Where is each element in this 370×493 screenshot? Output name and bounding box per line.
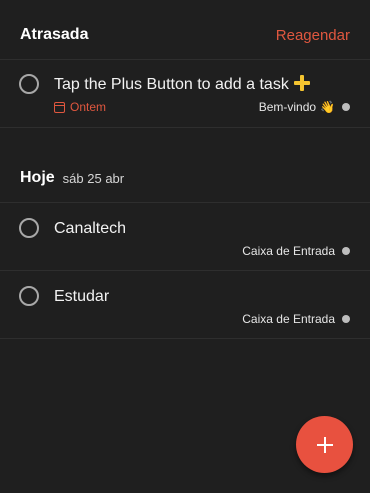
reschedule-button[interactable]: Reagendar bbox=[276, 27, 350, 44]
waving-hand-icon: 👋 bbox=[320, 100, 335, 114]
divider bbox=[0, 127, 370, 128]
project-color-dot bbox=[342, 315, 350, 323]
today-section-header: Hoje sáb 25 abr bbox=[0, 163, 370, 193]
project-name: Caixa de Entrada bbox=[242, 244, 335, 258]
plus-icon bbox=[316, 436, 333, 453]
project-label: Caixa de Entrada bbox=[242, 312, 350, 326]
overdue-section-header: Atrasada Reagendar bbox=[0, 20, 370, 50]
task-checkbox[interactable] bbox=[19, 74, 39, 94]
project-label: Bem-vindo 👋 bbox=[259, 100, 350, 114]
add-task-button[interactable] bbox=[296, 416, 353, 473]
project-color-dot bbox=[342, 247, 350, 255]
project-label: Caixa de Entrada bbox=[242, 244, 350, 258]
project-name: Caixa de Entrada bbox=[242, 312, 335, 326]
divider bbox=[0, 338, 370, 339]
overdue-title: Atrasada bbox=[20, 26, 89, 43]
task-row[interactable]: Tap the Plus Button to add a task Ontem … bbox=[0, 60, 370, 127]
task-title[interactable]: Canaltech bbox=[54, 220, 126, 238]
due-date: Ontem bbox=[54, 100, 106, 114]
task-row[interactable]: Estudar Caixa de Entrada bbox=[0, 271, 370, 338]
yellow-plus-icon bbox=[293, 75, 310, 91]
task-list-screen: Atrasada Reagendar Tap the Plus Button t… bbox=[0, 0, 370, 493]
task-checkbox[interactable] bbox=[19, 218, 39, 238]
task-title[interactable]: Estudar bbox=[54, 288, 109, 306]
project-color-dot bbox=[342, 103, 350, 111]
calendar-icon bbox=[54, 101, 65, 113]
task-checkbox[interactable] bbox=[19, 286, 39, 306]
task-row[interactable]: Canaltech Caixa de Entrada bbox=[0, 203, 370, 270]
task-title[interactable]: Tap the Plus Button to add a task bbox=[54, 75, 310, 94]
today-date: sáb 25 abr bbox=[62, 170, 125, 186]
project-name: Bem-vindo bbox=[258, 100, 317, 114]
due-date-label: Ontem bbox=[70, 100, 107, 114]
today-title: Hoje bbox=[20, 169, 55, 186]
